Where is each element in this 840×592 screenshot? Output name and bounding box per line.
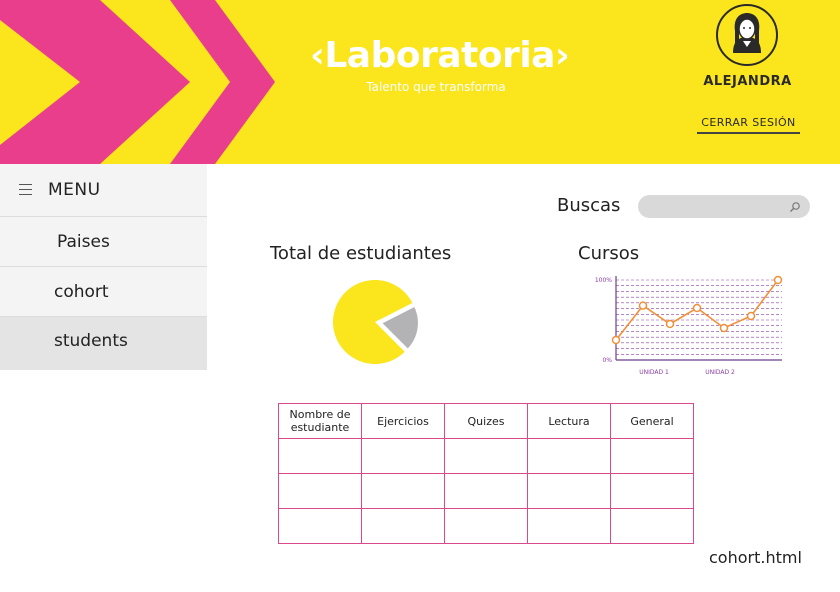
table-cell	[278, 438, 362, 474]
sidebar-item-paises[interactable]: Paises	[0, 217, 207, 267]
data-point	[692, 303, 702, 313]
sidebar-item-students[interactable]: students	[0, 317, 207, 370]
hamburger-icon[interactable]	[19, 184, 32, 195]
table-cell	[278, 508, 362, 544]
y-tick-label: 0%	[602, 357, 612, 364]
data-point	[665, 319, 675, 329]
table-header-row: Nombre de estudiante Ejercicios Quizes L…	[278, 403, 694, 439]
data-point	[773, 275, 783, 285]
laboratoria-logo: ‹Laboratoria› Talento que transforma	[310, 34, 570, 98]
x-tick-label: UNIDAD 1	[639, 369, 669, 376]
y-tick-label: 100%	[595, 277, 612, 284]
menu-header[interactable]: MENU	[0, 164, 207, 217]
table-cell	[361, 438, 445, 474]
table-row	[278, 508, 694, 544]
menu-label: MENU	[48, 180, 101, 200]
x-tick-label: UNIDAD 2	[705, 369, 735, 376]
table-row	[278, 473, 694, 509]
table-row	[278, 438, 694, 474]
students-title: Total de estudiantes	[270, 243, 452, 264]
table-cell	[610, 508, 694, 544]
courses-title: Cursos	[578, 243, 640, 264]
data-point	[746, 311, 756, 321]
table-cell	[444, 508, 528, 544]
students-table: Nombre de estudiante Ejercicios Quizes L…	[278, 403, 694, 544]
data-point	[638, 301, 648, 310]
search-icon[interactable]	[789, 201, 801, 213]
sidebar-item-label: Paises	[57, 232, 110, 252]
file-name-label: cohort.html	[709, 548, 802, 567]
table-cell	[278, 473, 362, 509]
logo-tagline: Talento que transforma	[366, 80, 506, 94]
column-header-nombre[interactable]: Nombre de estudiante	[278, 403, 362, 439]
data-point	[719, 323, 729, 333]
table-cell	[527, 473, 611, 509]
header: ‹Laboratoria› Talento que transforma ALE…	[0, 0, 840, 164]
courses-line-chart: 100% 0% UNIDAD 1 UNIDAD 2	[595, 275, 783, 376]
table-cell	[361, 473, 445, 509]
sidebar-item-label: cohort	[54, 282, 109, 302]
data-point	[611, 335, 621, 345]
logout-link[interactable]: CERRAR SESIÓN	[697, 116, 800, 134]
sidebar: MENU Paises cohort students	[0, 164, 207, 370]
search-input[interactable]	[638, 195, 810, 218]
table-cell	[527, 438, 611, 474]
table-cell	[444, 473, 528, 509]
students-pie-chart	[333, 280, 420, 364]
table-cell	[444, 438, 528, 474]
logo-title: ‹Laboratoria›	[310, 35, 570, 76]
table-cell	[361, 508, 445, 544]
chevron-decoration	[0, 0, 275, 164]
table-cell	[527, 508, 611, 544]
column-header-lectura[interactable]: Lectura	[527, 403, 611, 439]
column-header-ejercicios[interactable]: Ejercicios	[361, 403, 445, 439]
column-header-quizes[interactable]: Quizes	[444, 403, 528, 439]
table-cell	[610, 473, 694, 509]
avatar	[716, 4, 778, 66]
search-label: Buscas	[557, 195, 621, 216]
column-header-general[interactable]: General	[610, 403, 694, 439]
user-name: ALEJANDRA	[703, 74, 792, 89]
table-cell	[610, 438, 694, 474]
sidebar-item-label: students	[54, 331, 128, 351]
sidebar-item-cohort[interactable]: cohort	[0, 267, 207, 317]
